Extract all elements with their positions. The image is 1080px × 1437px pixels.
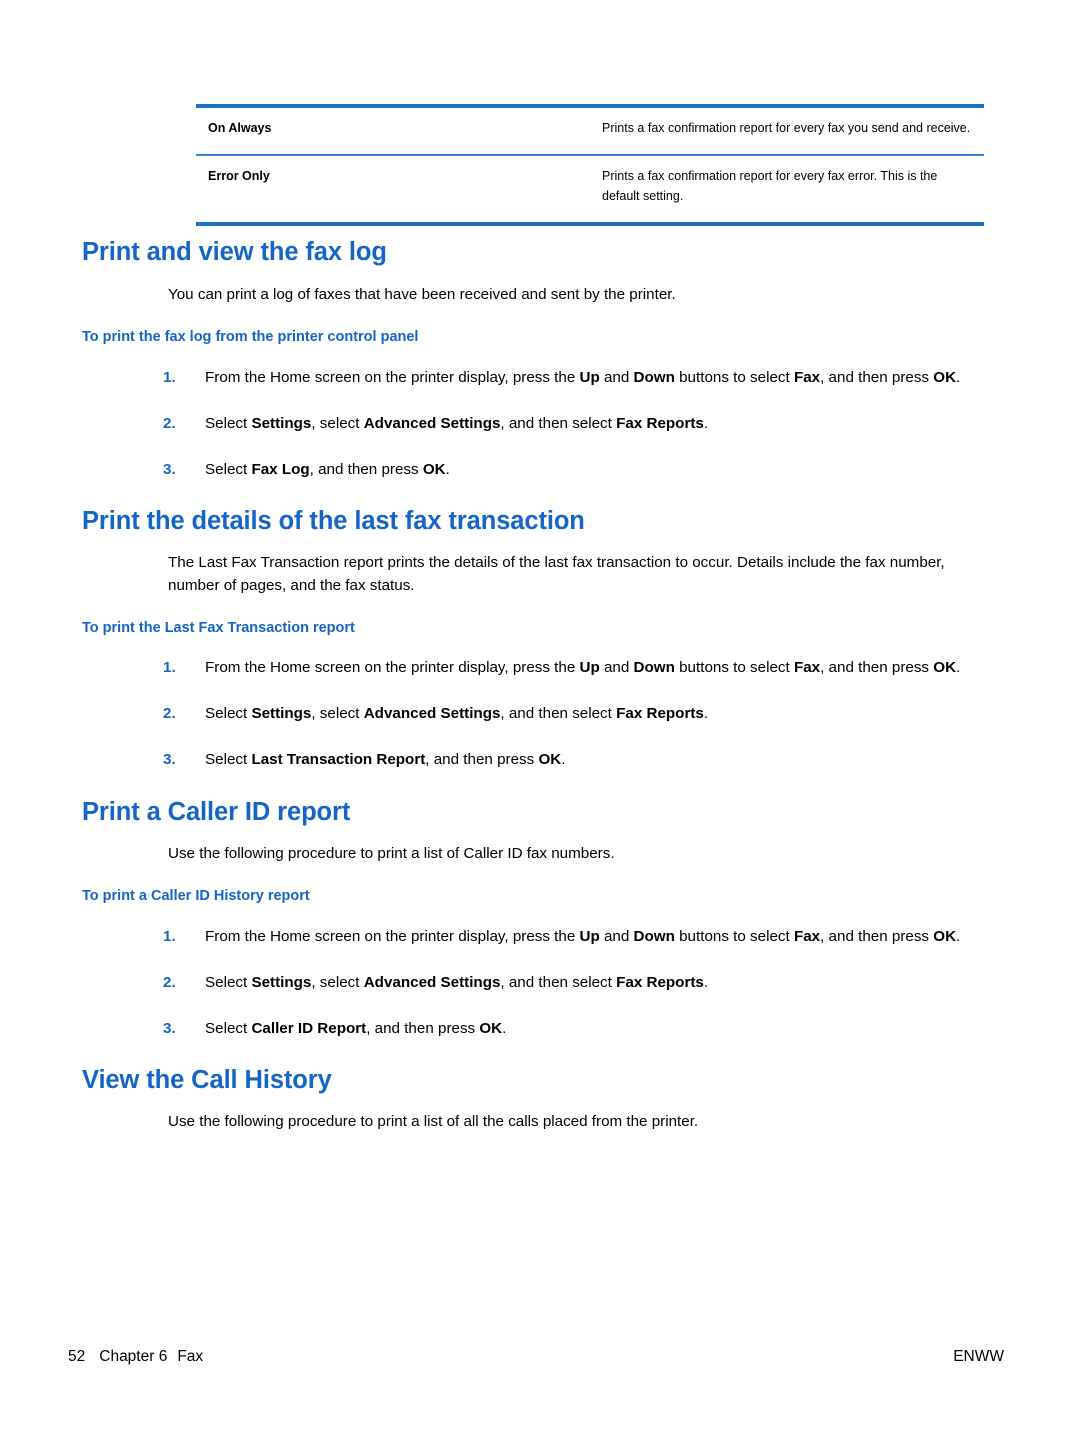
table-body: On Always Prints a fax confirmation repo… (196, 106, 984, 225)
footer-chapter-title: Fax (177, 1348, 204, 1365)
ui-term: Last Transaction Report (251, 751, 426, 769)
ui-term: Up (579, 928, 600, 945)
ui-term: Fax Log (251, 461, 310, 479)
table-cell-setting-description: Prints a fax confirmation report for eve… (602, 121, 971, 135)
fax-confirmation-settings-table: On Always Prints a fax confirmation repo… (196, 104, 984, 227)
ui-term: Advanced Settings (363, 415, 501, 433)
section-heading-print-the-details-of-the-last-fax-transaction: Print the details of the last fax transa… (82, 507, 585, 535)
step-text: Select Settings, select Advanced Setting… (205, 705, 709, 723)
table-cell-setting-name: Error Only (196, 154, 600, 225)
step-number: 3. (163, 461, 176, 479)
ui-term: Settings (251, 974, 312, 992)
step-text: Select Settings, select Advanced Setting… (205, 415, 709, 433)
ui-term: OK (422, 461, 446, 479)
ui-term: Fax Reports (616, 415, 704, 433)
ui-term: Settings (251, 705, 312, 723)
step-text: From the Home screen on the printer disp… (205, 928, 961, 945)
section-heading-view-the-call-history: View the Call History (82, 1066, 332, 1094)
footer-left-group: 52 Chapter 6 Fax (68, 1348, 203, 1366)
step-number: 3. (163, 1020, 176, 1038)
step-text: From the Home screen on the printer disp… (205, 659, 961, 676)
steps-list-last-fax-transaction: 1. From the Home screen on the printer di… (163, 656, 983, 771)
ui-term: Up (579, 659, 600, 676)
ui-term: Down (633, 659, 675, 676)
step-item: 2. Select Settings, select Advanced Setti… (163, 971, 983, 994)
ui-term: OK (933, 659, 957, 676)
ui-term: Fax (793, 369, 821, 386)
subheading-to-print-the-fax-log: To print the fax log from the printer co… (82, 329, 419, 345)
ui-term: Advanced Settings (363, 705, 501, 723)
step-number: 2. (163, 705, 176, 723)
step-number: 2. (163, 974, 176, 992)
section-intro-caller-id-report: Use the following procedure to print a l… (168, 845, 615, 862)
step-text: Select Fax Log, and then press OK. (205, 461, 450, 479)
footer-locale-code: ENWW (953, 1348, 1004, 1365)
step-item: 1. From the Home screen on the printer di… (163, 925, 983, 948)
table-row: On Always Prints a fax confirmation repo… (196, 106, 984, 155)
step-item: 1. From the Home screen on the printer di… (163, 656, 983, 679)
step-number: 2. (163, 415, 176, 433)
step-text: Select Last Transaction Report, and then… (205, 751, 566, 769)
footer-chapter-label: Chapter 6 (99, 1348, 168, 1365)
steps-list-fax-log: 1. From the Home screen on the printer di… (163, 366, 983, 481)
ui-term: OK (479, 1020, 503, 1038)
step-number: 1. (163, 369, 176, 386)
step-number: 3. (163, 751, 176, 769)
section-intro-view-the-call-history: Use the following procedure to print a l… (168, 1113, 699, 1130)
step-item: 3. Select Fax Log, and then press OK. (163, 458, 983, 481)
ui-term: Fax (793, 659, 821, 676)
page-footer: 52 Chapter 6 Fax ENWW (0, 1348, 1080, 1374)
step-item: 1. From the Home screen on the printer di… (163, 366, 983, 389)
ui-term: Down (633, 369, 675, 386)
step-item: 2. Select Settings, select Advanced Setti… (163, 412, 983, 435)
ui-term: Fax Reports (616, 974, 704, 992)
step-item: 3. Select Caller ID Report, and then pres… (163, 1017, 983, 1040)
step-item: 3. Select Last Transaction Report, and th… (163, 748, 983, 771)
step-text: From the Home screen on the printer disp… (205, 369, 961, 386)
ui-term: OK (933, 369, 957, 386)
step-number: 1. (163, 928, 176, 945)
step-item: 2. Select Settings, select Advanced Setti… (163, 702, 983, 725)
subheading-to-print-a-caller-id-history-report: To print a Caller ID History report (82, 888, 310, 904)
document-page: On Always Prints a fax confirmation repo… (0, 0, 1080, 1437)
section-heading-print-and-view-the-fax-log: Print and view the fax log (82, 238, 387, 266)
step-text: Select Settings, select Advanced Setting… (205, 974, 709, 992)
table-cell-setting-name: On Always (208, 121, 272, 135)
table-cell-setting-description: Prints a fax confirmation report for eve… (600, 154, 984, 225)
ui-term: Settings (251, 415, 312, 433)
ui-term: OK (538, 751, 562, 769)
ui-term: Up (579, 369, 600, 386)
ui-term: Caller ID Report (251, 1020, 367, 1038)
ui-term: Fax (793, 928, 821, 945)
step-number: 1. (163, 659, 176, 676)
table-row: Error Only Prints a fax confirmation rep… (196, 154, 984, 225)
ui-term: Advanced Settings (363, 974, 501, 992)
section-intro-last-fax-transaction: The Last Fax Transaction report prints t… (168, 554, 945, 595)
footer-page-number: 52 (68, 1348, 86, 1365)
ui-term: OK (933, 928, 957, 945)
ui-term: Fax Reports (616, 705, 704, 723)
section-heading-print-a-caller-id-report: Print a Caller ID report (82, 798, 351, 826)
step-text: Select Caller ID Report, and then press … (205, 1020, 507, 1038)
section-intro-print-and-view-the-fax-log: You can print a log of faxes that have b… (168, 286, 676, 303)
ui-term: Down (633, 928, 675, 945)
steps-list-caller-id-report: 1. From the Home screen on the printer di… (163, 925, 983, 1040)
subheading-to-print-the-last-fax-transaction-report: To print the Last Fax Transaction report (82, 620, 355, 636)
